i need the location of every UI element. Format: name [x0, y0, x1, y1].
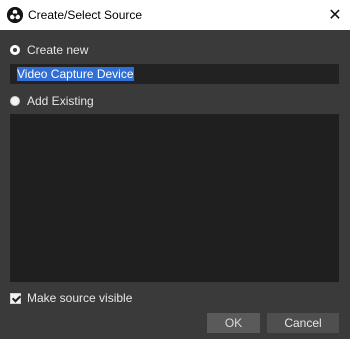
window-title: Create/Select Source [28, 8, 143, 22]
add-existing-radio[interactable] [10, 96, 20, 106]
make-visible-label: Make source visible [27, 291, 133, 305]
source-name-value: Video Capture Device [17, 67, 134, 81]
title-bar: Create/Select Source ✕ [0, 0, 350, 30]
source-name-input[interactable]: Video Capture Device [10, 64, 339, 84]
existing-sources-list[interactable] [10, 114, 339, 282]
close-button[interactable]: ✕ [320, 0, 350, 30]
add-existing-label: Add Existing [27, 94, 94, 108]
make-visible-checkbox[interactable] [10, 292, 21, 304]
ok-button[interactable]: OK [207, 313, 260, 333]
cancel-button[interactable]: Cancel [267, 313, 339, 333]
create-new-label: Create new [27, 43, 89, 57]
add-existing-option[interactable]: Add Existing [10, 94, 94, 108]
close-icon: ✕ [328, 7, 342, 24]
dialog-body: Create new Video Capture Device Add Exis… [0, 30, 350, 339]
make-visible-option[interactable]: Make source visible [10, 291, 132, 305]
obs-logo-icon [7, 7, 23, 23]
create-new-option[interactable]: Create new [10, 43, 88, 57]
create-new-radio[interactable] [10, 45, 20, 55]
